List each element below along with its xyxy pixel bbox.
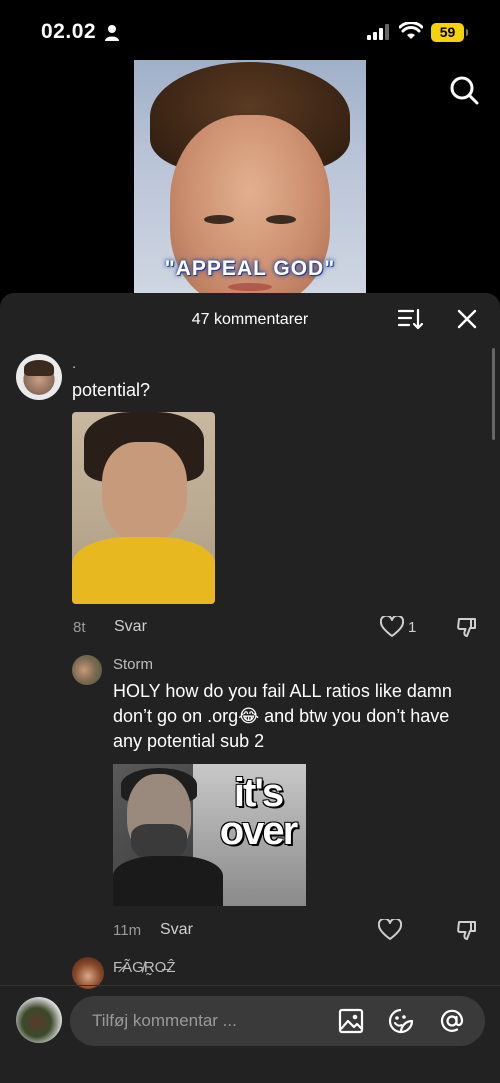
- comment-image[interactable]: it's over: [113, 764, 306, 906]
- like-count: 1: [408, 619, 417, 636]
- battery-indicator: 59: [431, 23, 468, 42]
- comment-author[interactable]: F̷ÃG̸R̰O̶Ẑ: [113, 959, 176, 976]
- video-face-eye: [204, 215, 234, 224]
- video-face-eye: [266, 215, 296, 224]
- mention-icon[interactable]: [439, 1008, 465, 1034]
- signal-icon: [367, 24, 389, 40]
- person-icon: [105, 25, 119, 41]
- image-icon[interactable]: [338, 1008, 364, 1034]
- avatar[interactable]: [16, 354, 62, 400]
- comment-author[interactable]: Storm: [113, 656, 153, 673]
- reply-button[interactable]: Svar: [160, 921, 193, 939]
- comments-count-title: 47 kommentarer: [191, 311, 309, 328]
- image-text: it's over: [219, 771, 299, 853]
- heart-icon[interactable]: [378, 919, 402, 941]
- comments-sheet: 47 kommentarer . potential? 8t Svar 1 St…: [0, 293, 500, 1083]
- my-avatar: [16, 997, 62, 1043]
- divider: [0, 985, 500, 986]
- comment-author[interactable]: .: [72, 355, 76, 372]
- reply-button[interactable]: Svar: [114, 618, 147, 636]
- comment-input[interactable]: Tilføj kommentar ...: [70, 996, 485, 1046]
- heart-icon[interactable]: [380, 616, 404, 638]
- video-player[interactable]: "APPEAL GOD": [134, 60, 366, 293]
- comment-age: 11m: [113, 922, 142, 939]
- search-icon[interactable]: [448, 74, 480, 106]
- dislike-icon[interactable]: [456, 615, 480, 639]
- status-bar: 02.02 59: [0, 0, 500, 60]
- sort-icon[interactable]: [398, 307, 424, 331]
- comment-age: 8t: [73, 619, 86, 636]
- close-icon[interactable]: [456, 308, 478, 330]
- scrollbar[interactable]: [492, 348, 495, 440]
- comment-text: potential?: [72, 380, 151, 400]
- wifi-icon: [399, 22, 423, 39]
- comment-image[interactable]: [72, 412, 215, 604]
- status-time: 02.02: [41, 20, 97, 43]
- video-caption: "APPEAL GOD": [164, 257, 336, 280]
- avatar[interactable]: [72, 655, 102, 685]
- dislike-icon[interactable]: [456, 918, 480, 942]
- comment-input-placeholder: Tilføj kommentar ...: [92, 1011, 237, 1030]
- comment-text: HOLY how do you fail ALL ratios like dam…: [113, 681, 452, 751]
- video-face-mouth: [228, 283, 272, 291]
- sticker-icon[interactable]: [388, 1008, 414, 1034]
